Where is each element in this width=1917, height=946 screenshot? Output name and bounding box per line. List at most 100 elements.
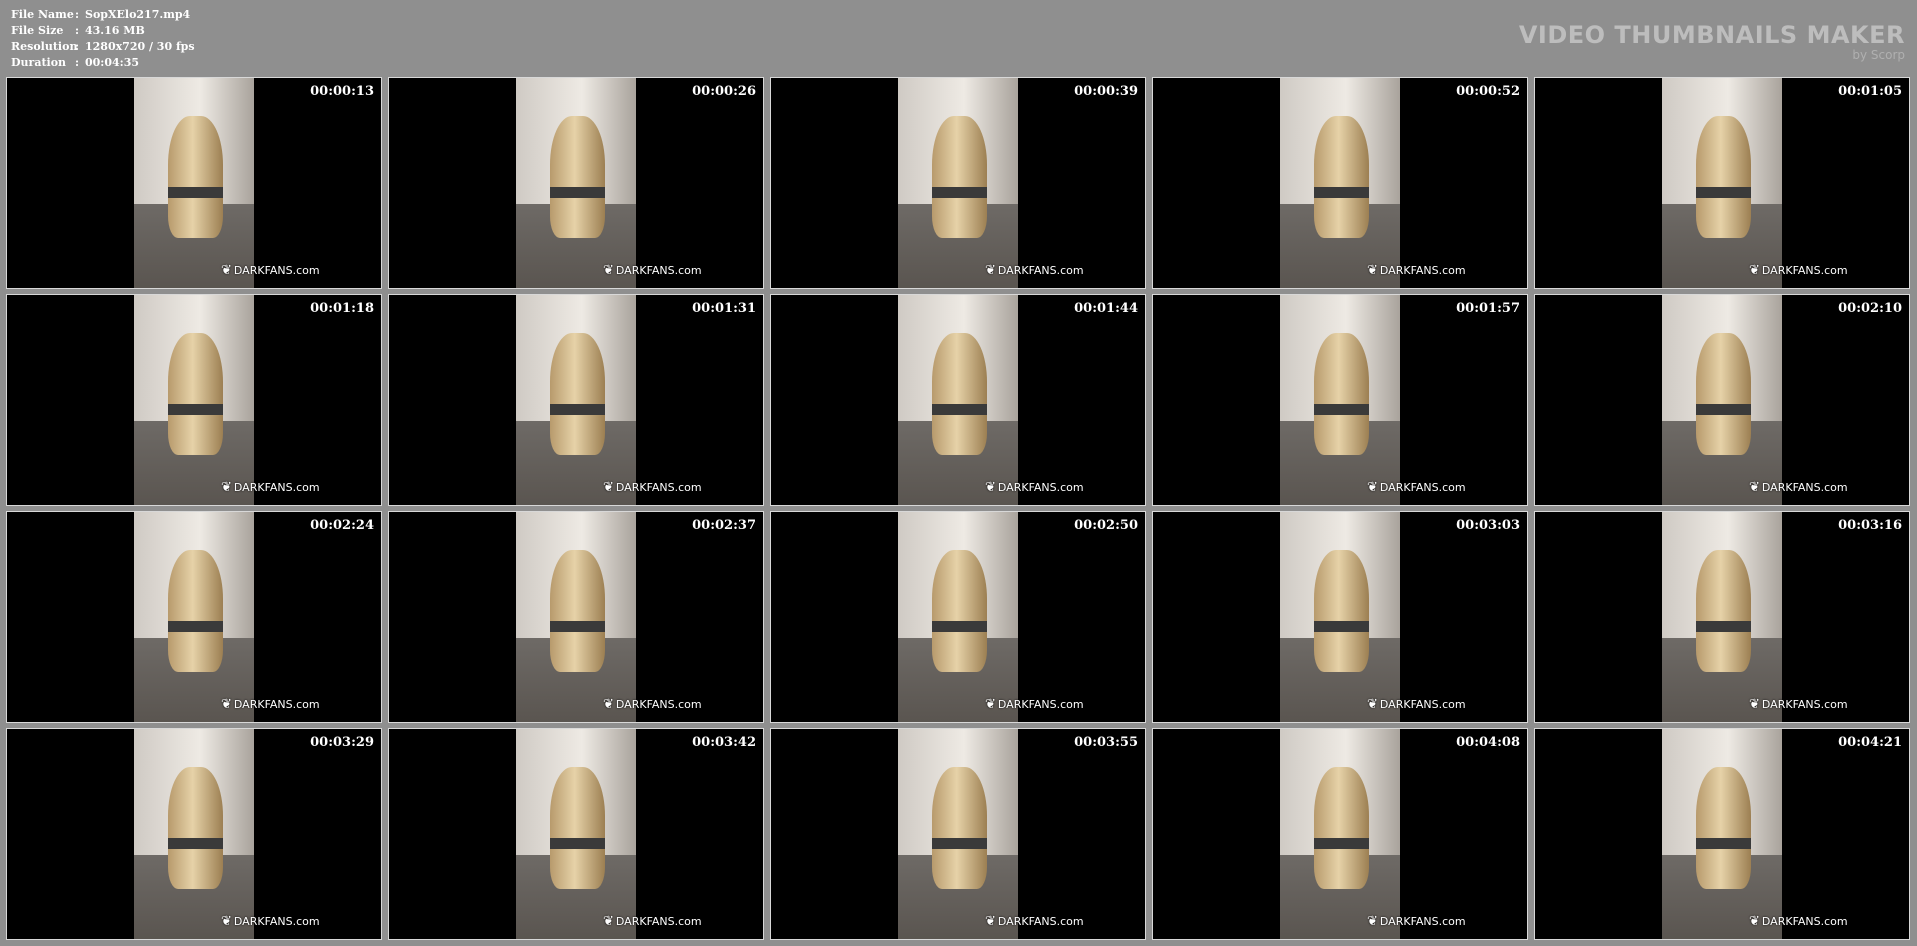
- watermark: ❦ DARKFANS.com: [985, 263, 1084, 278]
- separator: :: [75, 56, 80, 69]
- watermark: ❦ DARKFANS.com: [1749, 697, 1848, 712]
- watermark-text: DARKFANS.com: [997, 264, 1084, 277]
- video-thumbnail[interactable]: 00:04:21 ❦ DARKFANS.com: [1534, 728, 1910, 940]
- watermark-text: DARKFANS.com: [1379, 481, 1466, 494]
- file-size-label: File Size: [11, 24, 64, 37]
- watermark: ❦ DARKFANS.com: [221, 480, 320, 495]
- file-name-row: File Name : SopXElo217.mp4: [11, 7, 195, 23]
- mask-icon: ❦: [221, 480, 232, 495]
- watermark-text: DARKFANS.com: [1761, 915, 1848, 928]
- separator: :: [75, 24, 80, 37]
- brand-title: VIDEO THUMBNAILS MAKER: [1518, 21, 1905, 49]
- watermark-text: DARKFANS.com: [1379, 264, 1466, 277]
- watermark-text: DARKFANS.com: [997, 915, 1084, 928]
- frame-image: [516, 729, 636, 939]
- watermark-text: DARKFANS.com: [615, 481, 702, 494]
- watermark: ❦ DARKFANS.com: [603, 914, 702, 929]
- mask-icon: ❦: [985, 480, 996, 495]
- frame-image: [516, 78, 636, 288]
- video-thumbnail[interactable]: 00:00:26 ❦ DARKFANS.com: [388, 77, 764, 289]
- watermark-text: DARKFANS.com: [997, 698, 1084, 711]
- timestamp: 00:02:24: [310, 518, 374, 533]
- mask-icon: ❦: [985, 697, 996, 712]
- file-info: File Name : SopXElo217.mp4 File Size : 4…: [11, 7, 195, 71]
- mask-icon: ❦: [1749, 914, 1760, 929]
- timestamp: 00:03:42: [692, 735, 756, 750]
- frame-image: [1662, 78, 1782, 288]
- frame-image: [134, 78, 254, 288]
- duration-value: 00:04:35: [85, 56, 140, 69]
- video-thumbnail[interactable]: 00:03:42 ❦ DARKFANS.com: [388, 728, 764, 940]
- mask-icon: ❦: [1367, 697, 1378, 712]
- resolution-value: 1280x720 / 30 fps: [85, 40, 195, 53]
- timestamp: 00:02:50: [1074, 518, 1138, 533]
- video-thumbnail[interactable]: 00:02:24 ❦ DARKFANS.com: [6, 511, 382, 723]
- video-thumbnail[interactable]: 00:01:18 ❦ DARKFANS.com: [6, 294, 382, 506]
- frame-image: [134, 295, 254, 505]
- watermark: ❦ DARKFANS.com: [1367, 263, 1466, 278]
- video-thumbnail[interactable]: 00:03:03 ❦ DARKFANS.com: [1152, 511, 1528, 723]
- video-thumbnail[interactable]: 00:02:37 ❦ DARKFANS.com: [388, 511, 764, 723]
- timestamp: 00:01:31: [692, 301, 756, 316]
- watermark: ❦ DARKFANS.com: [603, 263, 702, 278]
- video-thumbnail[interactable]: 00:03:55 ❦ DARKFANS.com: [770, 728, 1146, 940]
- timestamp: 00:02:37: [692, 518, 756, 533]
- video-thumbnail[interactable]: 00:00:52 ❦ DARKFANS.com: [1152, 77, 1528, 289]
- frame-image: [1662, 295, 1782, 505]
- watermark: ❦ DARKFANS.com: [1367, 480, 1466, 495]
- watermark: ❦ DARKFANS.com: [1749, 914, 1848, 929]
- timestamp: 00:00:52: [1456, 84, 1520, 99]
- watermark-text: DARKFANS.com: [997, 481, 1084, 494]
- timestamp: 00:01:57: [1456, 301, 1520, 316]
- frame-image: [1280, 78, 1400, 288]
- video-thumbnail[interactable]: 00:01:44 ❦ DARKFANS.com: [770, 294, 1146, 506]
- timestamp: 00:02:10: [1838, 301, 1902, 316]
- video-thumbnail[interactable]: 00:04:08 ❦ DARKFANS.com: [1152, 728, 1528, 940]
- watermark: ❦ DARKFANS.com: [603, 480, 702, 495]
- mask-icon: ❦: [1367, 914, 1378, 929]
- watermark-text: DARKFANS.com: [615, 264, 702, 277]
- watermark-text: DARKFANS.com: [233, 698, 320, 711]
- mask-icon: ❦: [603, 697, 614, 712]
- file-size-row: File Size : 43.16 MB: [11, 23, 195, 39]
- frame-image: [1280, 512, 1400, 722]
- watermark-text: DARKFANS.com: [1379, 915, 1466, 928]
- watermark-text: DARKFANS.com: [233, 481, 320, 494]
- watermark-text: DARKFANS.com: [233, 264, 320, 277]
- duration-row: Duration : 00:04:35: [11, 55, 195, 71]
- timestamp: 00:00:26: [692, 84, 756, 99]
- mask-icon: ❦: [1367, 480, 1378, 495]
- watermark: ❦ DARKFANS.com: [1367, 914, 1466, 929]
- watermark: ❦ DARKFANS.com: [1749, 263, 1848, 278]
- video-thumbnail[interactable]: 00:00:13 ❦ DARKFANS.com: [6, 77, 382, 289]
- timestamp: 00:01:18: [310, 301, 374, 316]
- watermark: ❦ DARKFANS.com: [221, 263, 320, 278]
- watermark: ❦ DARKFANS.com: [1367, 697, 1466, 712]
- watermark: ❦ DARKFANS.com: [221, 697, 320, 712]
- watermark: ❦ DARKFANS.com: [1749, 480, 1848, 495]
- timestamp: 00:01:05: [1838, 84, 1902, 99]
- video-thumbnail[interactable]: 00:01:05 ❦ DARKFANS.com: [1534, 77, 1910, 289]
- timestamp: 00:00:13: [310, 84, 374, 99]
- mask-icon: ❦: [1367, 263, 1378, 278]
- watermark: ❦ DARKFANS.com: [985, 697, 1084, 712]
- resolution-label: Resolution: [11, 40, 78, 53]
- timestamp: 00:03:03: [1456, 518, 1520, 533]
- timestamp: 00:00:39: [1074, 84, 1138, 99]
- video-thumbnail[interactable]: 00:02:50 ❦ DARKFANS.com: [770, 511, 1146, 723]
- frame-image: [898, 78, 1018, 288]
- brand-logo: VIDEO THUMBNAILS MAKER by Scorp: [1519, 22, 1905, 62]
- video-thumbnail[interactable]: 00:03:16 ❦ DARKFANS.com: [1534, 511, 1910, 723]
- video-thumbnail[interactable]: 00:01:57 ❦ DARKFANS.com: [1152, 294, 1528, 506]
- mask-icon: ❦: [985, 263, 996, 278]
- watermark: ❦ DARKFANS.com: [985, 480, 1084, 495]
- frame-image: [898, 512, 1018, 722]
- frame-image: [1280, 729, 1400, 939]
- video-thumbnail[interactable]: 00:03:29 ❦ DARKFANS.com: [6, 728, 382, 940]
- video-thumbnail[interactable]: 00:02:10 ❦ DARKFANS.com: [1534, 294, 1910, 506]
- watermark-text: DARKFANS.com: [615, 915, 702, 928]
- frame-image: [1662, 729, 1782, 939]
- video-thumbnail[interactable]: 00:01:31 ❦ DARKFANS.com: [388, 294, 764, 506]
- video-thumbnail[interactable]: 00:00:39 ❦ DARKFANS.com: [770, 77, 1146, 289]
- watermark: ❦ DARKFANS.com: [985, 914, 1084, 929]
